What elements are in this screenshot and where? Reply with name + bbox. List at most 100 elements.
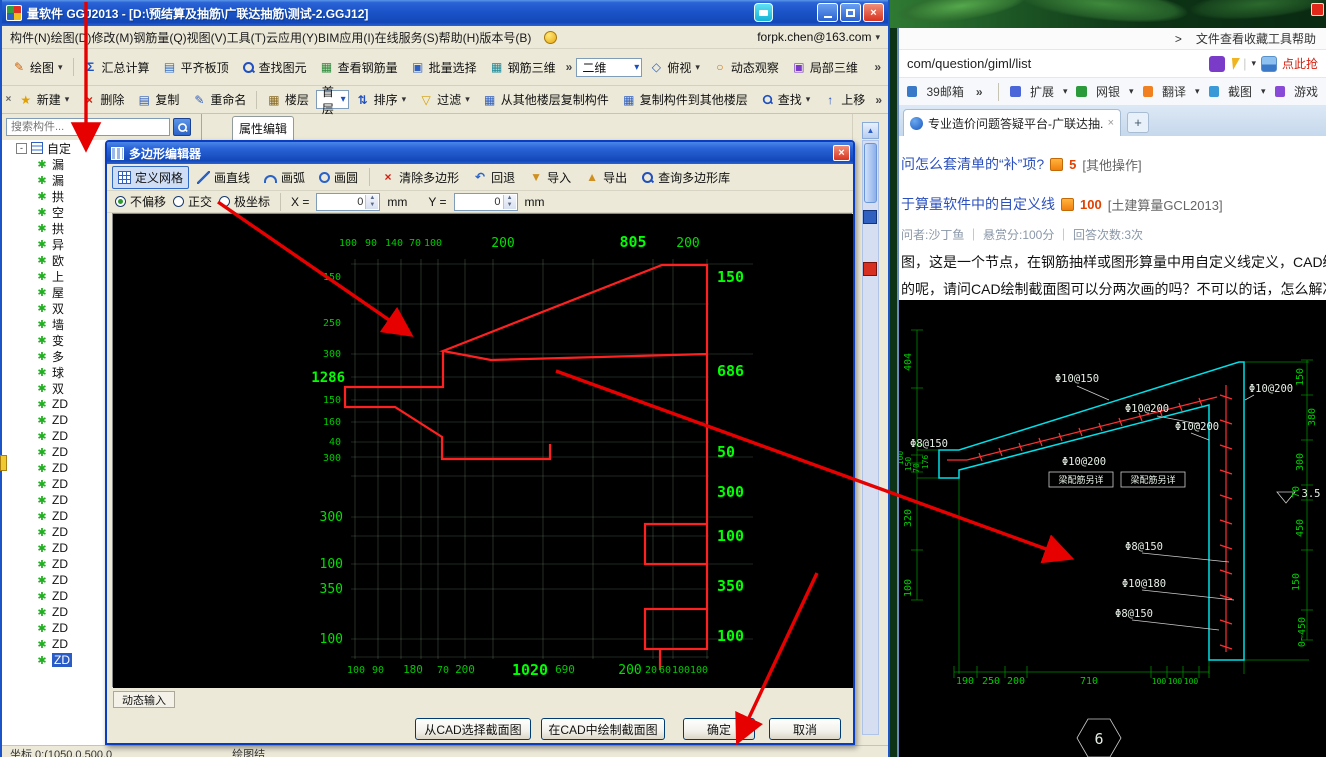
draw-in-cad-button[interactable]: 在CAD中绘制截面图	[541, 718, 665, 740]
draw-arc-button[interactable]: 画弧	[258, 166, 311, 189]
menu-item[interactable]: 修改(M)	[91, 31, 133, 45]
address-text[interactable]: com/question/giml/list	[907, 56, 1031, 71]
copy-from-floor-button[interactable]: ▦从其他楼层复制构件	[477, 87, 615, 112]
browser-menu-item[interactable]: 文件	[1196, 32, 1220, 46]
cancel-button[interactable]: 取消	[769, 718, 841, 740]
top-view-button[interactable]: ◇俯视▾	[643, 55, 706, 80]
import-button[interactable]: ▼导入	[523, 166, 577, 189]
smiley-icon[interactable]	[544, 31, 557, 44]
clear-polygon-button[interactable]: ×清除多边形	[375, 166, 465, 189]
floor-combo[interactable]: 首层▾	[316, 90, 349, 109]
select-from-cad-button[interactable]: 从CAD选择截面图	[415, 718, 531, 740]
browser-menu-item[interactable]: 收藏	[1244, 32, 1268, 46]
image-icon[interactable]	[1261, 56, 1277, 72]
orbit-button[interactable]: ○动态观察	[707, 55, 785, 80]
browser-menu-item[interactable]: 帮助	[1292, 32, 1316, 46]
scrollbar-up-icon[interactable]: ▲	[862, 122, 879, 139]
menu-item[interactable]: 版本号(B)	[479, 31, 531, 45]
menu-item[interactable]: 构件(N)	[10, 31, 51, 45]
promo-link[interactable]: 点此抢	[1282, 55, 1318, 72]
new-tab-button[interactable]: +	[1127, 112, 1149, 133]
menu-item[interactable]: 视图(V)	[187, 31, 227, 45]
find-button[interactable]: 查找▾	[755, 87, 817, 112]
move-up-button[interactable]: ↑上移	[817, 87, 871, 112]
desktop-red-icon[interactable]	[1311, 3, 1324, 16]
x-input[interactable]: 0▲▼	[316, 193, 380, 211]
minimize-button[interactable]	[817, 3, 838, 22]
menu-overflow-icon[interactable]: >	[1175, 32, 1182, 46]
undo-button[interactable]: ↶回退	[467, 166, 521, 189]
toolbar-overflow-icon[interactable]: »	[563, 60, 576, 74]
view-mode-combo[interactable]: 二维▾	[576, 58, 642, 77]
search-input[interactable]	[6, 118, 170, 136]
export-button[interactable]: ▲导出	[579, 166, 633, 189]
tab-qa-platform[interactable]: 专业造价问题答疑平台-广联达抽... ×	[903, 109, 1121, 136]
menu-item[interactable]: BIM应用(I)	[318, 31, 375, 45]
new-button[interactable]: ★新建▾	[13, 87, 76, 112]
copy-button[interactable]: ▤复制	[131, 87, 185, 112]
view-steel-button[interactable]: ▦查看钢筋量	[314, 55, 404, 80]
tab-property-editor[interactable]: 属性编辑	[232, 116, 294, 140]
radio-polar[interactable]: 极坐标	[219, 193, 270, 210]
dialog-title-bar[interactable]: 多边形编辑器 ×	[107, 142, 853, 164]
panel-blue-icon[interactable]	[863, 210, 877, 224]
title-bar[interactable]: 量软件 GGJ2013 - [D:\预结算及抽筋\广联达抽筋\测试-2.GGJ1…	[2, 0, 888, 26]
bookmark-extensions[interactable]: 扩展	[1030, 83, 1054, 100]
y-input[interactable]: 0▲▼	[454, 193, 518, 211]
radio-ortho[interactable]: 正交	[173, 193, 212, 210]
panel-close-icon[interactable]: ×	[5, 93, 12, 107]
snip-purple-icon[interactable]	[1209, 56, 1225, 72]
spinner-arrows-icon[interactable]: ▲▼	[365, 195, 378, 209]
query-library-button[interactable]: 查询多边形库	[635, 166, 736, 189]
question-link[interactable]: 问怎么套清单的“补”项?	[901, 154, 1044, 174]
menu-item[interactable]: 在线服务(S)	[375, 31, 439, 45]
collapse-icon[interactable]: -	[16, 143, 27, 154]
bookmarks-overflow-icon[interactable]: »	[973, 85, 986, 99]
spinner-arrows-icon[interactable]: ▲▼	[503, 195, 516, 209]
sum-calc-button[interactable]: Σ汇总计算	[78, 55, 156, 80]
account-area[interactable]: forpk.chen@163.com ▾	[757, 30, 880, 44]
messenger-icon[interactable]	[754, 3, 773, 22]
batch-select-button[interactable]: ▣批量选择	[405, 55, 483, 80]
delete-button[interactable]: ×删除	[76, 87, 130, 112]
panel-red-icon[interactable]	[863, 262, 877, 276]
search-button[interactable]	[173, 118, 191, 136]
dialog-close-button[interactable]: ×	[833, 145, 850, 161]
rename-button[interactable]: ✎重命名	[186, 87, 252, 112]
menu-item[interactable]: 工具(T)	[227, 31, 266, 45]
menu-item[interactable]: 帮助(H)	[439, 31, 480, 45]
polygon-canvas[interactable]: 100 90 140 70 100 200 805 200 150 250 30…	[112, 213, 852, 687]
browser-menu-item[interactable]: 查看	[1220, 32, 1244, 46]
address-bar[interactable]: com/question/giml/list | ▾ 点此抢	[899, 50, 1326, 78]
lightning-icon[interactable]	[1228, 58, 1240, 70]
steel-3d-button[interactable]: ▦钢筋三维	[484, 55, 562, 80]
bookmark-translate[interactable]: 翻译	[1162, 83, 1186, 100]
toolbar-overflow-icon[interactable]: »	[872, 93, 885, 107]
bookmark-bank[interactable]: 网银	[1096, 83, 1120, 100]
question-link[interactable]: 于算量软件中的自定义线	[901, 194, 1055, 214]
local-3d-button[interactable]: ▣局部三维	[786, 55, 864, 80]
menu-item[interactable]: 云应用(Y)	[266, 31, 318, 45]
toolbar-overflow-icon[interactable]: »	[871, 60, 884, 74]
radio-no-offset[interactable]: 不偏移	[115, 193, 166, 210]
category-link[interactable]: [其他操作]	[1082, 155, 1141, 174]
bookmark-game[interactable]: 游戏	[1294, 83, 1318, 100]
chevron-down-icon[interactable]: ▾	[1251, 58, 1256, 69]
copy-to-floor-button[interactable]: ▦复制构件到其他楼层	[616, 87, 754, 112]
bookmark-mail[interactable]: 39邮箱	[926, 83, 963, 100]
menu-item[interactable]: 钢筋量(Q)	[133, 31, 186, 45]
flat-slab-button[interactable]: ▤平齐板顶	[157, 55, 235, 80]
define-grid-button[interactable]: 定义网格	[112, 166, 189, 189]
draw-button[interactable]: ✎绘图▾	[6, 55, 69, 80]
scrollbar-thumb[interactable]	[864, 143, 877, 203]
sort-button[interactable]: ⇅排序▾	[350, 87, 413, 112]
filter-button[interactable]: ▽过滤▾	[413, 87, 476, 112]
browser-menu-item[interactable]: 工具	[1268, 32, 1292, 46]
draw-circle-button[interactable]: 画圆	[313, 166, 364, 189]
dynamic-input-toggle[interactable]: 动态输入	[113, 691, 175, 708]
vertical-scrollbar[interactable]	[862, 140, 879, 735]
menu-item[interactable]: 绘图(D)	[51, 31, 92, 45]
draw-line-button[interactable]: 画直线	[191, 166, 256, 189]
tab-close-icon[interactable]: ×	[1108, 117, 1114, 129]
ok-button[interactable]: 确定	[683, 718, 755, 740]
